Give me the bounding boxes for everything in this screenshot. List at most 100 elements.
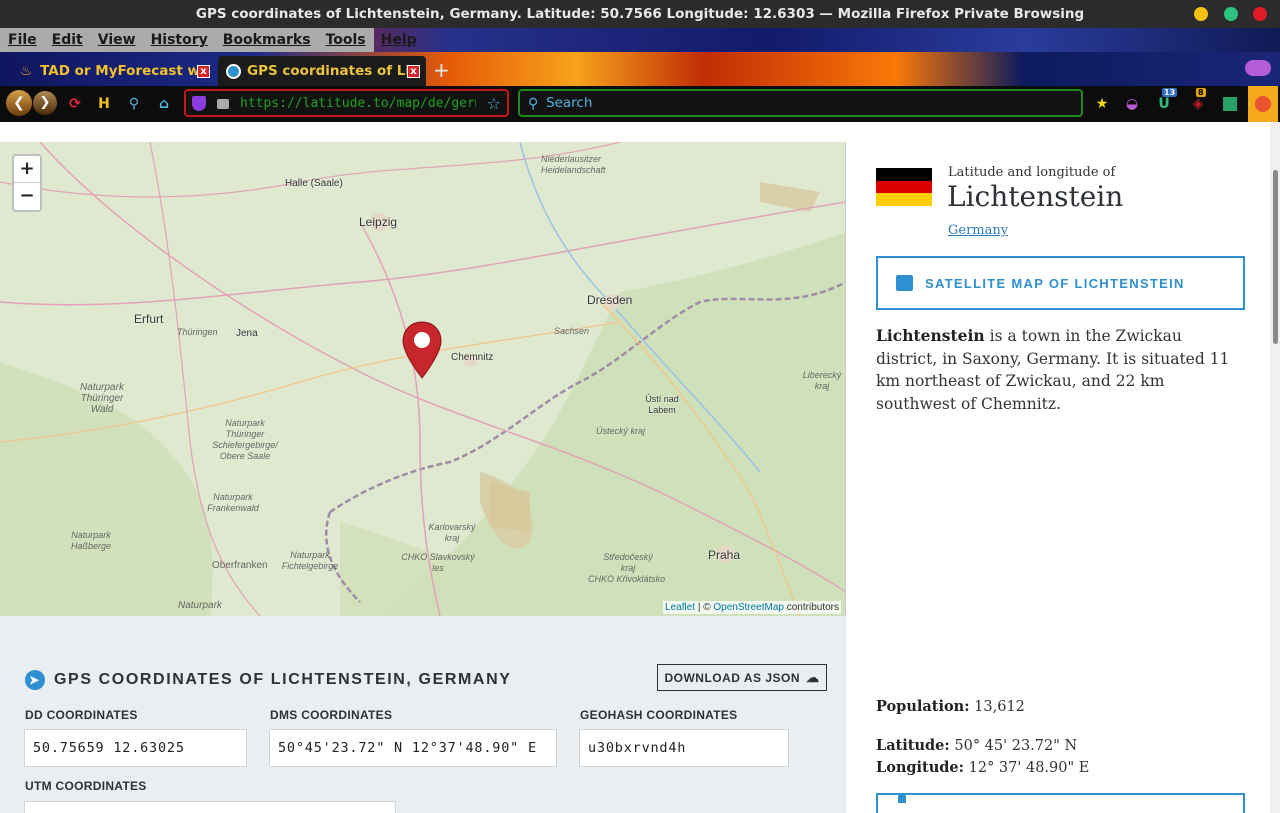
map-label-karlovarsky: Karlovarský kraj (428, 522, 476, 543)
population: Population: 13,612 (876, 698, 1025, 715)
menu-edit[interactable]: Edit (44, 32, 90, 48)
star-icon[interactable]: ★ (1092, 94, 1112, 114)
map-label-usti: Ústí nad Labem (645, 394, 679, 415)
compass-icon (226, 63, 241, 79)
tab-close-icon[interactable]: x (197, 65, 210, 78)
url-bar[interactable]: https://latitude.to/map/de/germany ☆ (184, 89, 509, 117)
attribution-tail: contributors (783, 602, 839, 613)
menu-history[interactable]: History (143, 32, 215, 48)
tab-label: TAD or MyForecast weat (40, 63, 201, 79)
geohash-coordinates-field[interactable]: u30bxrvnd4h (579, 729, 789, 767)
forward-button[interactable]: ❯ (33, 91, 57, 115)
place-title: Lichtenstein (947, 180, 1124, 213)
menu-bar: File Edit View History Bookmarks Tools H… (0, 28, 1280, 52)
openstreetmap-link[interactable]: OpenStreetMap (713, 602, 784, 613)
additional-button[interactable] (876, 793, 1245, 813)
leaflet-map[interactable]: + − Halle (Saale) Leipzig Niederlausitze… (0, 142, 846, 616)
bookmark-star-icon[interactable]: ☆ (487, 94, 501, 113)
map-label-chko-krivoklatsko: CHKO Křivoklátsko (588, 574, 666, 584)
scrollbar-thumb[interactable] (1273, 170, 1278, 344)
leaflet-link[interactable]: Leaflet (665, 602, 695, 613)
home-icon[interactable]: ⌂ (154, 94, 174, 114)
badge-count: 8 (1196, 88, 1206, 97)
reload-icon[interactable]: ⟳ (65, 94, 85, 114)
tab-close-icon[interactable]: x (407, 65, 420, 78)
map-label-oberfranken: Oberfranken (212, 560, 268, 571)
magnifier-icon[interactable]: ⚲ (124, 94, 144, 114)
map-label-dresden: Dresden (587, 293, 633, 307)
tab-gps-coordinates[interactable]: GPS coordinates of Licht x (218, 56, 426, 86)
description-place-name: Lichtenstein (876, 326, 985, 345)
close-window-button[interactable] (1253, 7, 1267, 21)
extension-shield-icon[interactable]: U 13 (1154, 88, 1178, 114)
zoom-control: + − (12, 154, 42, 212)
satellite-map-button[interactable]: SATELLITE MAP OF LICHTENSTEIN (876, 256, 1245, 310)
map-attribution: Leaflet | © OpenStreetMap contributors (663, 601, 841, 614)
window-title: GPS coordinates of Lichtenstein, Germany… (195, 6, 1085, 22)
maximize-button[interactable] (1224, 7, 1238, 21)
url-text[interactable]: https://latitude.to/map/de/germany (240, 96, 476, 111)
mask-icon[interactable]: ◒ (1122, 94, 1142, 114)
map-label-ustecky: Ústecký kraj (596, 426, 646, 436)
shield-icon (192, 96, 206, 111)
satellite-map-label: SATELLITE MAP OF LICHTENSTEIN (925, 275, 1185, 291)
firefox-menu-icon[interactable] (1248, 86, 1278, 122)
map-label-stredocesky: Středočeský kraj (603, 552, 653, 573)
flame-icon: ♨ (20, 63, 33, 79)
dms-coordinates-field[interactable]: 50°45'23.72" N 12°37'48.90" E (269, 729, 557, 767)
place-description: Lichtenstein is a town in the Zwickau di… (876, 325, 1242, 415)
map-label-sachsen: Sachsen (554, 326, 590, 336)
map-label-naturpark-hassberge: Naturpark Haßberge (70, 530, 112, 551)
dd-coordinates-field[interactable]: 50.75659 12.63025 (24, 729, 247, 767)
flag-stripe-black (876, 168, 932, 181)
map-label-jena: Jena (236, 328, 258, 339)
minimize-button[interactable] (1194, 7, 1208, 21)
zoom-out-button[interactable]: − (14, 183, 40, 210)
map-label-leipzig: Leipzig (359, 215, 398, 229)
menu-file[interactable]: File (0, 32, 44, 48)
location-pin-icon[interactable] (401, 320, 443, 380)
menu-view[interactable]: View (90, 32, 143, 48)
latlong-subtitle: Latitude and longitude of (948, 165, 1116, 180)
tab-bar: ♨ TAD or MyForecast weat x GPS coordinat… (0, 52, 1280, 86)
download-label: DOWNLOAD AS JSON (664, 670, 801, 685)
map-label-chko-slavkovsky: CHKO Slavkovský les (401, 552, 475, 573)
map-label-thuringen: Thüringen (177, 327, 218, 337)
attribution-separator: | © (695, 602, 714, 613)
map-label-halle: Halle (Saale) (285, 178, 343, 189)
compass-icon: ➤ (25, 670, 45, 690)
map-label-chemnitz: Chemnitz (451, 352, 494, 363)
menu-help[interactable]: Help (373, 32, 424, 48)
country-link[interactable]: Germany (948, 223, 1008, 238)
utm-coordinates-field[interactable] (24, 801, 396, 813)
lock-icon (217, 99, 229, 109)
back-button[interactable]: ❮ (6, 90, 32, 116)
map-label-naturpark-schiefergebirge: Naturpark Thüringer Schiefergebirge/ Obe… (212, 418, 278, 461)
pin-icon (898, 793, 906, 803)
gps-coordinates-panel: ➤ GPS COORDINATES OF LICHTENSTEIN, GERMA… (0, 616, 846, 813)
map-label-liberecky: Liberecký kraj (802, 370, 842, 391)
tab-label: GPS coordinates of Licht (247, 63, 407, 79)
dms-label: DMS COORDINATES (270, 708, 393, 722)
longitude-label: Longitude: (876, 759, 965, 776)
tab-tad-forecast[interactable]: ♨ TAD or MyForecast weat x (12, 56, 216, 86)
longitude-value: 12° 37' 48.90" E (968, 760, 1090, 776)
grid-extension-icon[interactable] (1220, 94, 1240, 114)
home-h-icon[interactable]: H (94, 94, 114, 114)
map-label-naturpark: Naturpark (178, 600, 222, 611)
zoom-in-button[interactable]: + (14, 156, 40, 183)
geohash-label: GEOHASH COORDINATES (580, 708, 738, 722)
download-json-button[interactable]: DOWNLOAD AS JSON ☁ (657, 664, 827, 691)
search-bar[interactable]: ⚲ Search (518, 89, 1083, 117)
menu-bookmarks[interactable]: Bookmarks (215, 32, 318, 48)
page-scrollbar[interactable] (1270, 122, 1280, 813)
cloud-download-icon: ☁ (806, 669, 820, 685)
map-label-erfurt: Erfurt (134, 312, 164, 326)
menu-tools[interactable]: Tools (318, 32, 373, 48)
navigation-toolbar: ❮ ❯ ⟳ H ⚲ ⌂ https://latitude.to/map/de/g… (0, 86, 1280, 122)
new-tab-button[interactable]: + (433, 58, 450, 82)
latitude-value: 50° 45' 23.72" N (954, 738, 1078, 754)
lat-lon-summary: Latitude: 50° 45' 23.72" N Longitude: 12… (876, 735, 1089, 779)
ublock-icon[interactable]: ◈ 8 (1188, 88, 1208, 114)
map-label-naturpark-thuringer-wald: Naturpark Thüringer Wald (80, 382, 124, 415)
